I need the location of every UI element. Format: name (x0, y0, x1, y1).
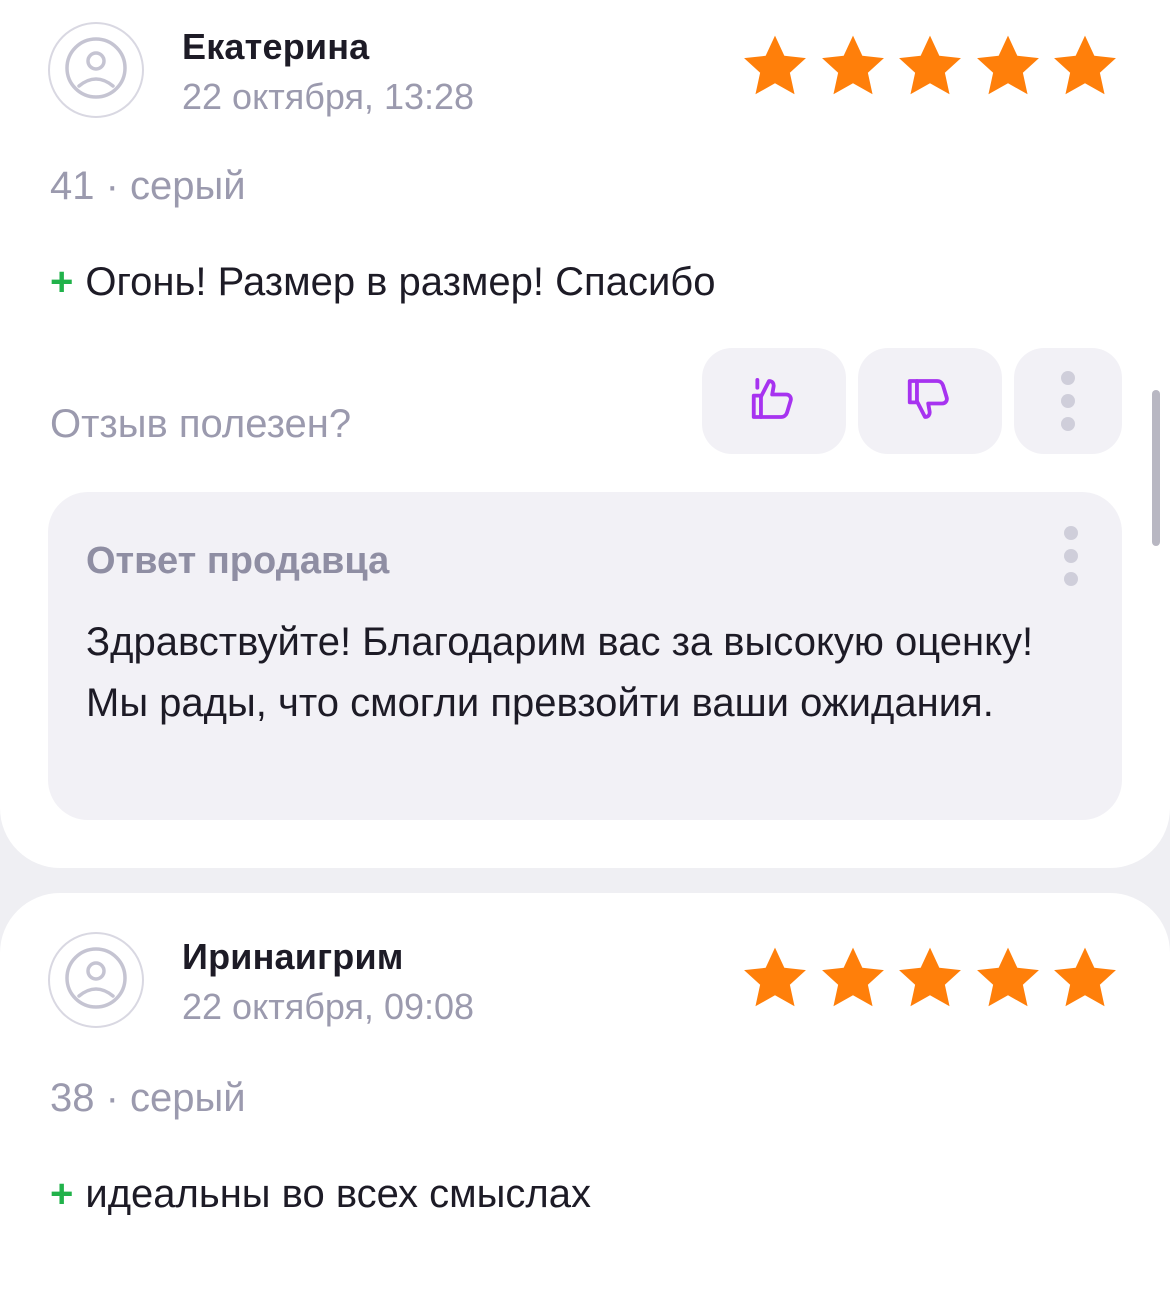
helpful-question: Отзыв полезен? (50, 402, 352, 446)
dislike-button[interactable] (858, 348, 1002, 454)
plus-sign: + (50, 260, 74, 304)
review-more-button[interactable] (1014, 348, 1122, 454)
size-color-info: 38 · серый (50, 1076, 246, 1120)
star-icon (744, 35, 806, 95)
seller-reply-title: Ответ продавца (86, 540, 390, 582)
review-pros-text: идеальны во всех смыслах (85, 1172, 591, 1216)
review-author: Екатерина (182, 26, 370, 67)
review-pros: + идеальны во всех смыслах (50, 1172, 591, 1217)
star-icon (976, 947, 1039, 1007)
rating-stars (738, 30, 1122, 102)
star-icon (821, 947, 884, 1007)
like-button[interactable] (702, 348, 846, 454)
thumbs-down-icon (903, 372, 957, 431)
star-icon (744, 947, 806, 1007)
star-icon (899, 35, 961, 95)
sad-face-icon (64, 946, 128, 1015)
review-date: 22 октября, 09:08 (182, 986, 475, 1027)
star-icon (1054, 947, 1116, 1007)
review-date: 22 октября, 13:28 (182, 76, 475, 117)
scrollbar[interactable] (1152, 390, 1160, 546)
star-icon (821, 35, 884, 95)
size-color-info: 41 · серый (50, 164, 246, 208)
review-pros: + Огонь! Размер в размер! Спасибо (50, 260, 715, 305)
avatar (48, 22, 144, 118)
star-icon (899, 947, 961, 1007)
review-author: Иринаигрим (182, 936, 404, 977)
rating-stars (738, 942, 1122, 1014)
more-vertical-icon (1061, 371, 1075, 431)
seller-reply-more-button[interactable] (1064, 526, 1078, 586)
review-pros-text: Огонь! Размер в размер! Спасибо (85, 260, 716, 304)
seller-reply: Ответ продавца Здравствуйте! Благодарим … (48, 492, 1122, 820)
plus-sign: + (50, 1172, 74, 1216)
thumbs-up-icon (747, 372, 801, 431)
more-vertical-icon (1064, 526, 1078, 586)
avatar (48, 932, 144, 1028)
star-icon (976, 35, 1039, 95)
seller-reply-text: Здравствуйте! Благодарим вас за высокую … (86, 620, 1034, 725)
star-icon (1054, 35, 1116, 95)
sad-face-icon (64, 36, 128, 105)
